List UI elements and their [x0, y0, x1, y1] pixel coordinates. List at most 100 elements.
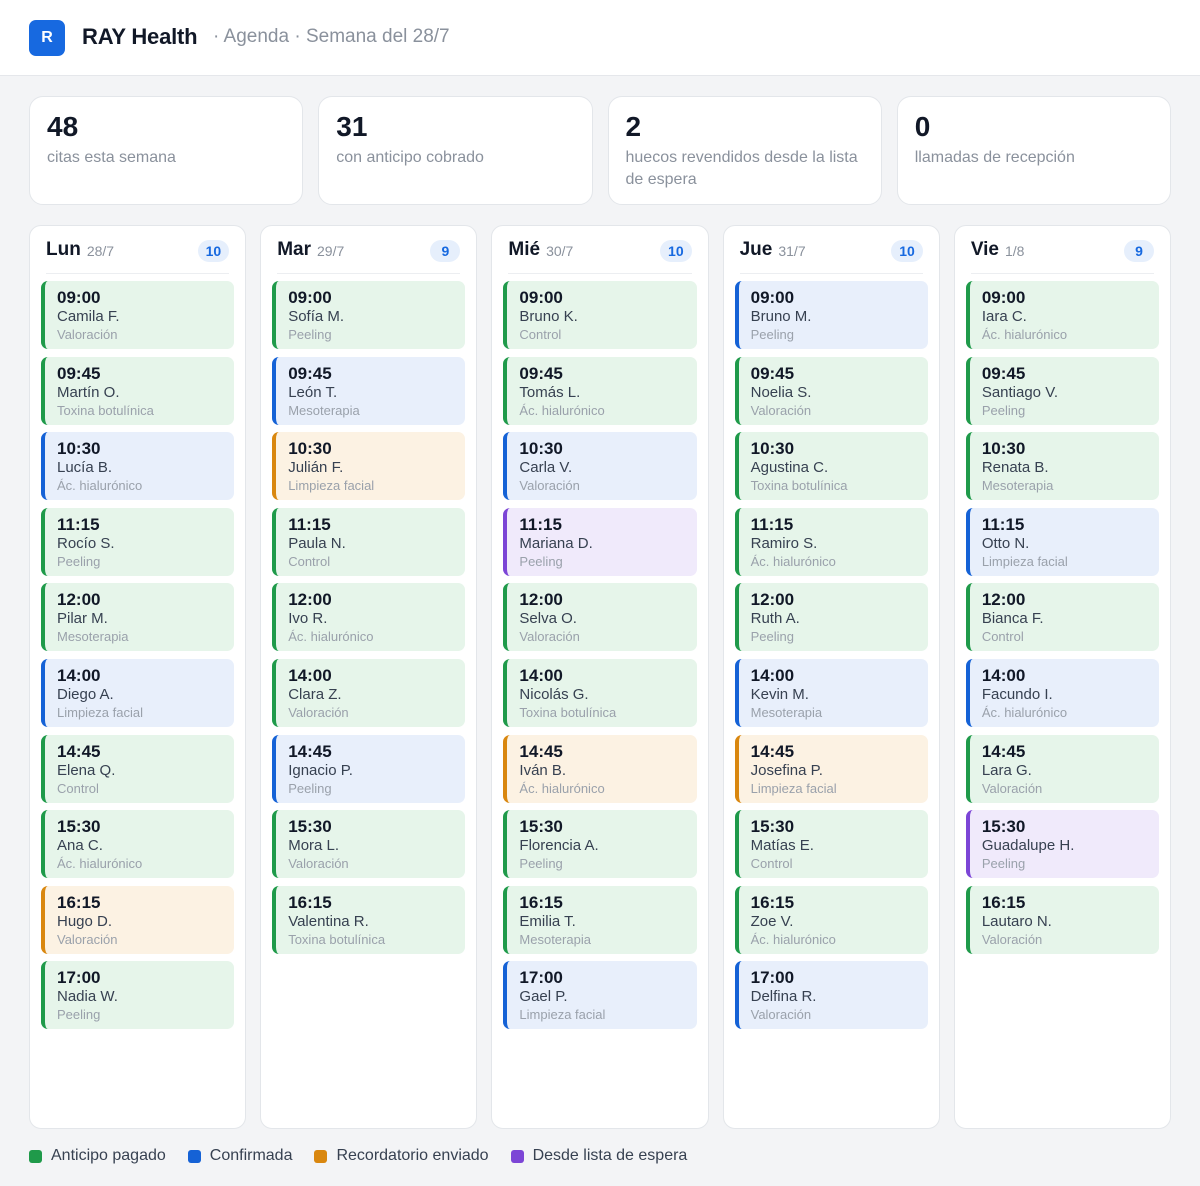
patient-name: Selva O.	[519, 610, 577, 628]
appointment-card[interactable]: 17:00 Nadia W. Peeling	[41, 961, 235, 1030]
app-logo[interactable]: R	[29, 20, 65, 56]
service-name: Peeling	[519, 856, 563, 872]
appointment-time: 09:00	[750, 288, 795, 307]
patient-name: Bruno M.	[750, 308, 812, 325]
legend-swatch	[314, 1149, 328, 1163]
appointment-card[interactable]: 14:45 Ignacio P. Peeling	[272, 734, 466, 803]
appointment-card[interactable]: 14:00 Clara Z. Valoración	[272, 658, 466, 727]
day-header: Lun 28/7 10	[46, 226, 230, 274]
day-date: 1/8	[1005, 243, 1025, 259]
appointment-card[interactable]: 09:00 Bruno M. Peeling	[734, 281, 928, 349]
appointment-card[interactable]: 09:45 Tomás L. Ác. hialurónico	[503, 356, 697, 425]
appointment-card[interactable]: 10:30 Lucía B. Ác. hialurónico	[41, 432, 235, 501]
appointment-card[interactable]: 16:15 Hugo D. Valoración	[41, 885, 235, 954]
appointment-card[interactable]: 11:15 Rocío S. Peeling	[41, 507, 235, 576]
patient-name: Lara G.	[981, 761, 1032, 779]
service-name: Peeling	[57, 553, 101, 569]
appointment-card[interactable]: 11:15 Paula N. Control	[272, 507, 466, 576]
appointment-card[interactable]: 14:45 Elena Q. Control	[41, 734, 235, 803]
appointment-card[interactable]: 16:15 Lautaro N. Valoración	[965, 885, 1160, 954]
appointment-card[interactable]: 10:30 Julián F. Limpieza facial	[272, 432, 466, 501]
service-name: Peeling	[750, 629, 794, 645]
appointment-card[interactable]: 12:00 Ivo R. Ác. hialurónico	[272, 583, 466, 652]
service-name: Ác. hialurónico	[57, 478, 143, 494]
patient-name: Bruno K.	[519, 308, 578, 325]
service-name: Valoración	[519, 629, 580, 645]
service-name: Toxina botulínica	[57, 402, 154, 418]
service-name: Mesoterapia	[519, 931, 591, 947]
appointment-card[interactable]: 09:00 Sofía M. Peeling	[272, 281, 466, 349]
status-legend: Anticipo pagado Confirmada Recordatorio en…	[29, 1146, 709, 1166]
legend-label: Desde lista de espera	[532, 1147, 688, 1164]
appointment-card[interactable]: 09:00 Bruno K. Control	[503, 281, 697, 349]
appointment-card[interactable]: 14:45 Iván B. Ác. hialurónico	[503, 734, 697, 803]
appointment-time: 09:00	[57, 288, 101, 307]
appointment-card[interactable]: 15:30 Mora L. Valoración	[272, 810, 466, 879]
appointment-card[interactable]: 14:00 Facundo I. Ác. hialurónico	[965, 658, 1160, 727]
patient-name: Clara Z.	[288, 685, 342, 703]
patient-name: Zoe V.	[750, 912, 794, 930]
patient-name: Lucía B.	[57, 459, 113, 477]
patient-name: Mora L.	[288, 837, 340, 855]
appointment-card[interactable]: 09:45 Martín O. Toxina botulínica	[41, 356, 235, 425]
appointment-card[interactable]: 11:15 Otto N. Limpieza facial	[965, 507, 1160, 576]
appointment-card[interactable]: 14:00 Diego A. Limpieza facial	[41, 658, 235, 727]
appointment-card[interactable]: 14:00 Kevin M. Mesoterapia	[734, 658, 928, 727]
appointment-count-badge: 10	[660, 240, 692, 262]
appointment-time: 14:00	[57, 665, 101, 685]
stat-value: 0	[914, 111, 931, 142]
appointment-card[interactable]: 09:00 Iara C. Ác. hialurónico	[965, 281, 1160, 349]
appointment-time: 10:30	[519, 439, 563, 459]
appointment-time: 12:00	[519, 590, 563, 610]
appointment-card[interactable]: 15:30 Ana C. Ác. hialurónico	[41, 810, 235, 879]
appointment-card[interactable]: 09:45 Santiago V. Peeling	[965, 356, 1160, 425]
appointment-card[interactable]: 10:30 Renata B. Mesoterapia	[965, 432, 1160, 501]
service-name: Control	[57, 780, 99, 796]
patient-name: Sofía M.	[288, 308, 345, 325]
appointment-card[interactable]: 12:00 Selva O. Valoración	[503, 583, 697, 652]
service-name: Valoración	[288, 856, 349, 872]
appointment-card[interactable]: 14:45 Josefina P. Limpieza facial	[734, 734, 928, 803]
appointment-time: 12:00	[57, 590, 101, 610]
appointment-card[interactable]: 11:15 Ramiro S. Ác. hialurónico	[734, 507, 928, 576]
appointment-card[interactable]: 12:00 Ruth A. Peeling	[734, 583, 928, 652]
appointment-card[interactable]: 12:00 Pilar M. Mesoterapia	[41, 583, 235, 652]
service-name: Ác. hialurónico	[750, 553, 836, 569]
appointment-card[interactable]: 11:15 Mariana D. Peeling	[503, 507, 697, 576]
service-name: Peeling	[519, 553, 563, 569]
day-name: Lun	[46, 238, 81, 260]
appointment-card[interactable]: 17:00 Delfina R. Valoración	[734, 961, 928, 1030]
appointment-list: 09:00 Bruno K. Control 09:45 Tomás L. Ác. hia…	[503, 274, 697, 1030]
patient-name: Nadia W.	[57, 988, 118, 1006]
service-name: Limpieza facial	[57, 704, 143, 720]
appointment-card[interactable]: 15:30 Florencia A. Peeling	[503, 810, 697, 879]
appointment-card[interactable]: 14:45 Lara G. Valoración	[965, 734, 1160, 803]
appointment-time: 10:30	[981, 439, 1026, 459]
patient-name: Agustina C.	[750, 459, 829, 477]
appointment-card[interactable]: 16:15 Emilia T. Mesoterapia	[503, 885, 697, 954]
appointment-card[interactable]: 15:30 Matías E. Control	[734, 810, 928, 879]
appointment-card[interactable]: 09:45 Noelia S. Valoración	[734, 356, 928, 425]
appointment-card[interactable]: 17:00 Gael P. Limpieza facial	[503, 961, 697, 1030]
patient-name: Emilia T.	[519, 912, 576, 930]
appointment-card[interactable]: 10:30 Carla V. Valoración	[503, 432, 697, 501]
service-name: Ác. hialurónico	[981, 704, 1068, 720]
appointment-time: 14:45	[57, 741, 101, 761]
appointment-card[interactable]: 12:00 Bianca F. Control	[965, 583, 1160, 652]
patient-name: Martín O.	[57, 383, 120, 401]
appointment-time: 17:00	[519, 968, 563, 988]
service-name: Valoración	[288, 704, 349, 720]
appointment-card[interactable]: 16:15 Zoe V. Ác. hialurónico	[734, 885, 928, 954]
patient-name: Ruth A.	[750, 610, 800, 628]
day-name: Mié	[508, 238, 541, 260]
appointment-card[interactable]: 15:30 Guadalupe H. Peeling	[965, 810, 1160, 879]
day-date: 30/7	[546, 243, 574, 259]
appointment-card[interactable]: 09:00 Camila F. Valoración	[41, 281, 235, 349]
appointment-time: 16:15	[57, 892, 101, 912]
patient-name: Bianca F.	[981, 610, 1044, 628]
appointment-card[interactable]: 09:45 León T. Mesoterapia	[272, 356, 466, 425]
service-name: Mesoterapia	[750, 704, 823, 720]
appointment-card[interactable]: 16:15 Valentina R. Toxina botulínica	[272, 885, 466, 954]
appointment-card[interactable]: 14:00 Nicolás G. Toxina botulínica	[503, 658, 697, 727]
appointment-card[interactable]: 10:30 Agustina C. Toxina botulínica	[734, 432, 928, 501]
